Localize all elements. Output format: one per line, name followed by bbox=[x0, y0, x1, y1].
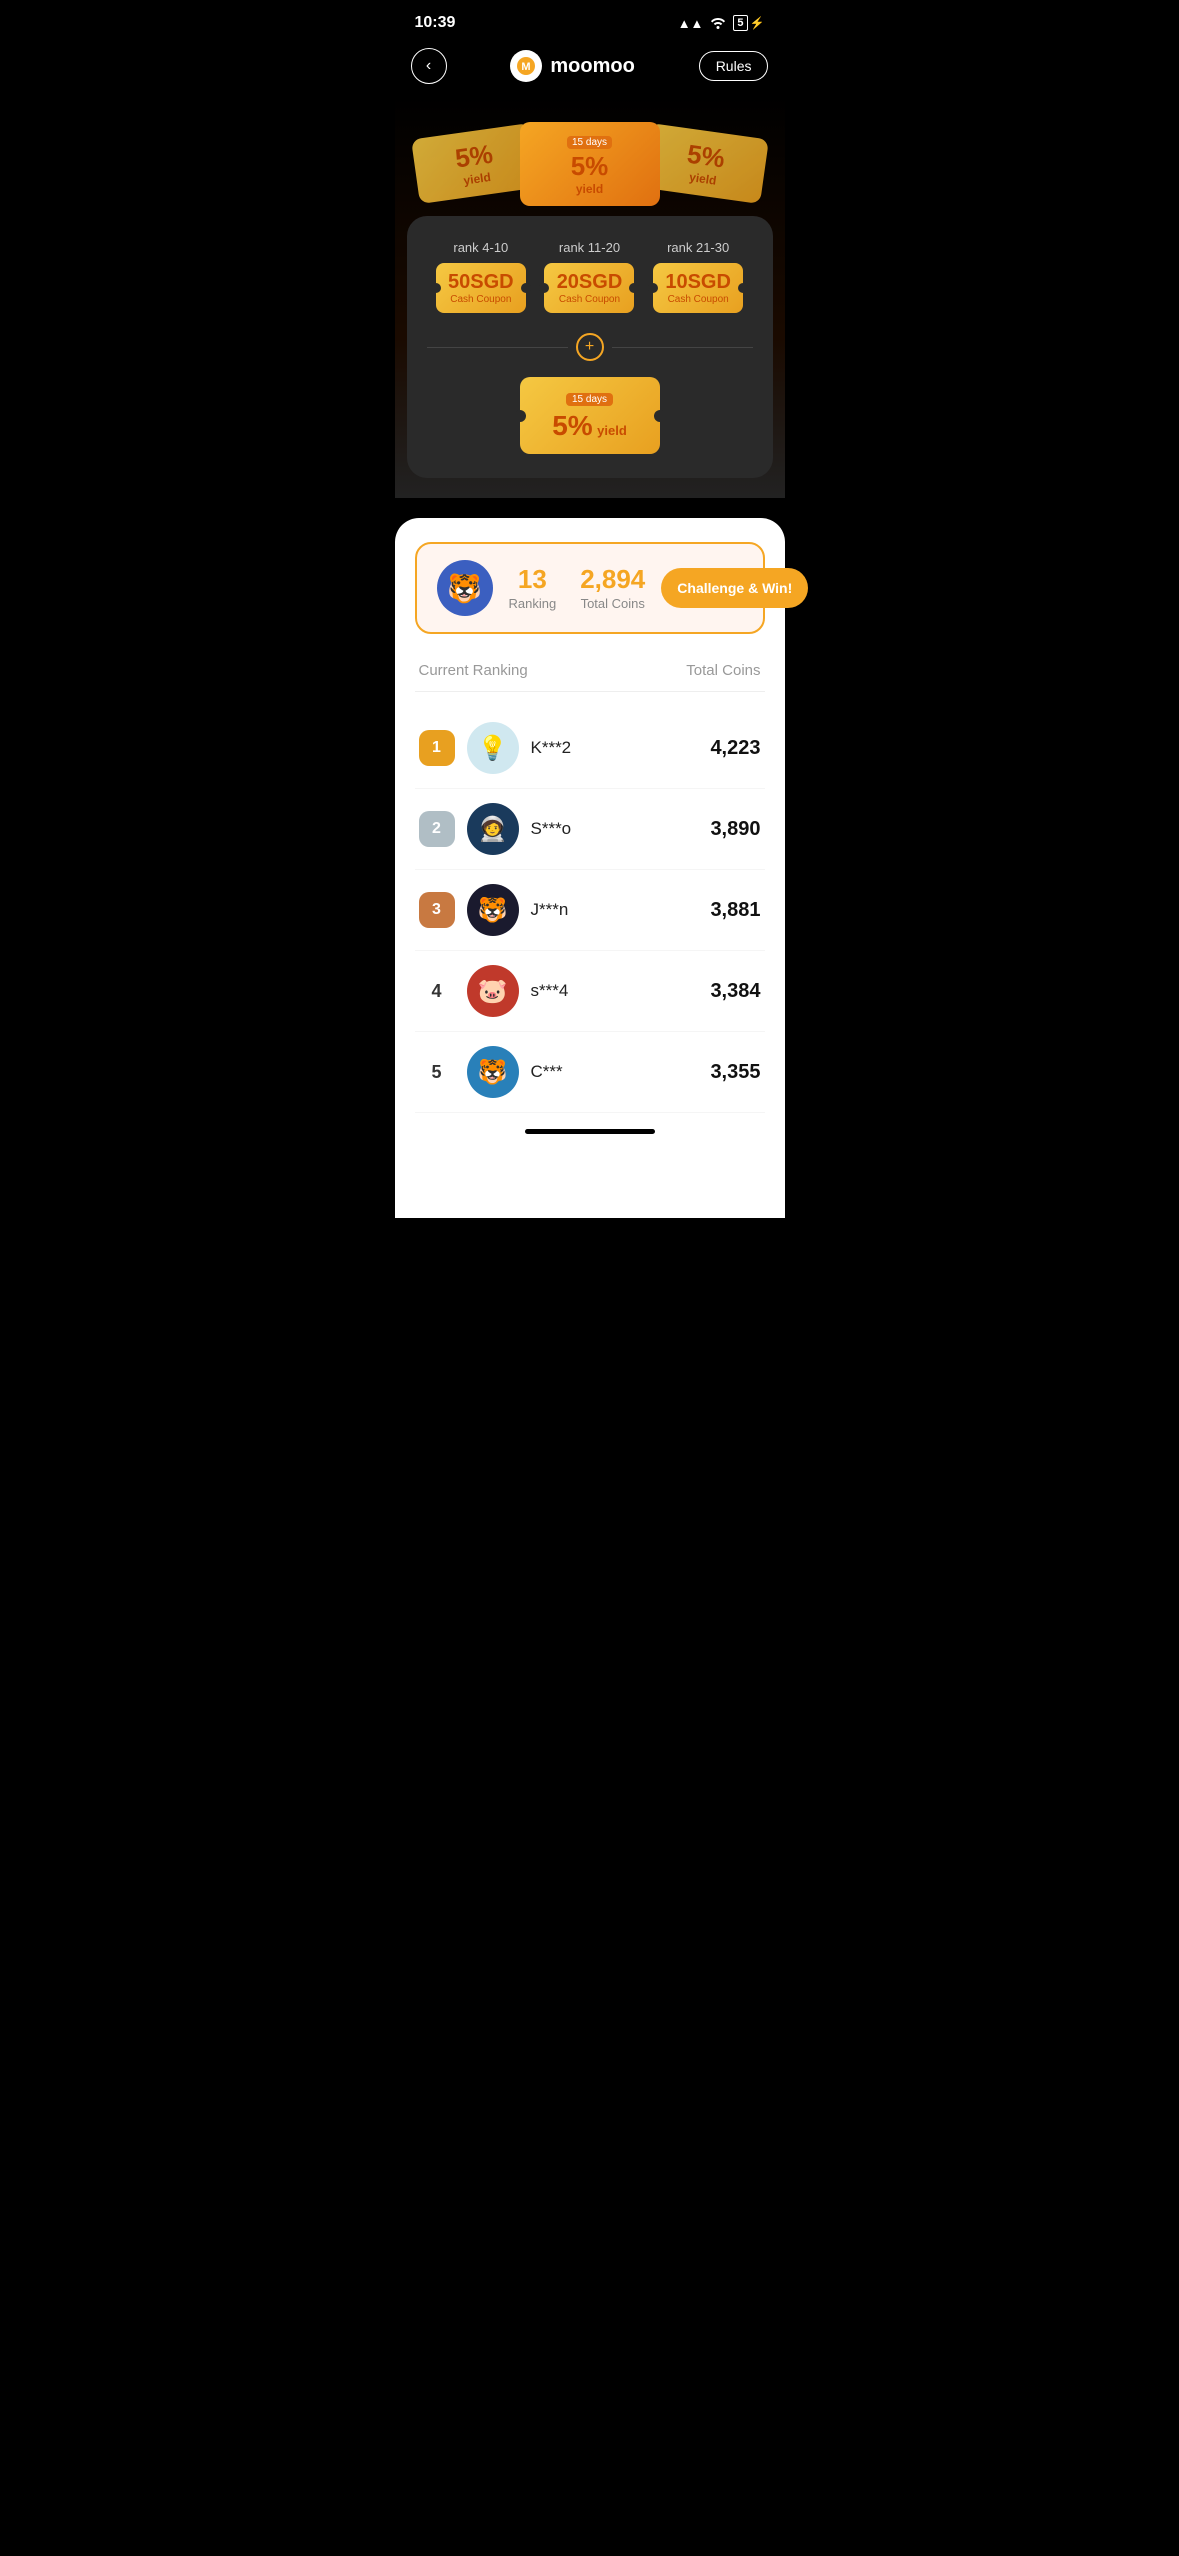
status-icons: ▲▲ 5 ⚡ bbox=[678, 15, 765, 32]
ticket-amount-3: 10SGD bbox=[665, 271, 731, 294]
rank-badge-4: 4 bbox=[419, 973, 455, 1009]
rank-label-1: rank 4-10 bbox=[453, 240, 508, 255]
user-avatar: 🐯 bbox=[437, 560, 493, 616]
ranks-row: rank 4-10 50SGD Cash Coupon rank 11-20 2… bbox=[427, 240, 753, 313]
battery-icon: 5 ⚡ bbox=[733, 15, 764, 31]
rank-avatar-4: 🐷 bbox=[467, 965, 519, 1017]
ticket-amount-2: 20SGD bbox=[556, 271, 622, 294]
home-indicator bbox=[525, 1129, 655, 1134]
rank-coins-4: 3,384 bbox=[710, 980, 760, 1003]
ranking-item-3: 3 🐯 J***n 3,881 bbox=[415, 870, 765, 951]
rank-avatar-1: 💡 bbox=[467, 722, 519, 774]
rank-avatar-5: 🐯 bbox=[467, 1046, 519, 1098]
rank-coins-5: 3,355 bbox=[710, 1061, 760, 1084]
rank-col-2: rank 11-20 20SGD Cash Coupon bbox=[544, 240, 634, 313]
logo-icon: M bbox=[510, 50, 542, 82]
rank-avatar-2: 🧑‍🚀 bbox=[467, 803, 519, 855]
divider-line-right bbox=[612, 347, 753, 348]
plus-icon: + bbox=[576, 333, 604, 361]
rank-badge-3: 3 bbox=[419, 892, 455, 928]
rank-col-1: rank 4-10 50SGD Cash Coupon bbox=[436, 240, 526, 313]
center-coupon-pct: 5% bbox=[536, 151, 644, 182]
app-name: moomoo bbox=[550, 55, 634, 78]
cash-ticket-3: 10SGD Cash Coupon bbox=[653, 263, 743, 313]
user-rank-card: 🐯 13 Ranking 2,894 Total Coins Challenge… bbox=[415, 542, 765, 634]
cash-ticket-2: 20SGD Cash Coupon bbox=[544, 263, 634, 313]
svg-text:M: M bbox=[522, 61, 531, 73]
ranking-header-left: Current Ranking bbox=[419, 662, 528, 679]
challenge-button[interactable]: Challenge & Win! bbox=[661, 568, 808, 608]
top-coupon-center: 15 days 5% yield bbox=[520, 122, 660, 206]
hero-area: 5% yield 15 days 5% yield 5% yield rank … bbox=[395, 96, 785, 498]
rank-coins-3: 3,881 bbox=[710, 899, 760, 922]
bonus-coupon-text: yield bbox=[597, 423, 627, 438]
center-coupon-days: 15 days bbox=[567, 136, 612, 149]
plus-divider: + bbox=[427, 333, 753, 361]
user-coins-stat: 2,894 Total Coins bbox=[580, 566, 645, 611]
ticket-label-1: Cash Coupon bbox=[448, 294, 514, 305]
user-ranking-label: Ranking bbox=[509, 596, 557, 611]
rank-label-2: rank 11-20 bbox=[559, 240, 620, 255]
ranking-item-5: 5 🐯 C*** 3,355 bbox=[415, 1032, 765, 1113]
rank-coins-2: 3,890 bbox=[710, 818, 760, 841]
rank-name-4: s***4 bbox=[531, 981, 699, 1001]
rank-badge-5: 5 bbox=[419, 1054, 455, 1090]
top-coupons-area: 5% yield 15 days 5% yield 5% yield bbox=[395, 96, 785, 216]
center-coupon-text: yield bbox=[536, 182, 644, 196]
ticket-label-3: Cash Coupon bbox=[665, 294, 731, 305]
ranking-header: Current Ranking Total Coins bbox=[415, 662, 765, 692]
rank-col-3: rank 21-30 10SGD Cash Coupon bbox=[653, 240, 743, 313]
rank-label-3: rank 21-30 bbox=[667, 240, 729, 255]
nav-bar: ‹ M moomoo Rules bbox=[395, 40, 785, 96]
rank-name-3: J***n bbox=[531, 900, 699, 920]
rank-name-1: K***2 bbox=[531, 738, 699, 758]
user-ranking-num: 13 bbox=[509, 566, 557, 592]
rules-label: Rules bbox=[716, 58, 752, 74]
divider-line-left bbox=[427, 347, 568, 348]
top-coupon-right: 5% yield bbox=[641, 123, 769, 204]
back-icon: ‹ bbox=[426, 57, 431, 75]
rank-badge-1: 1 bbox=[419, 730, 455, 766]
rank-avatar-3: 🐯 bbox=[467, 884, 519, 936]
rank-name-5: C*** bbox=[531, 1062, 699, 1082]
ranking-item-2: 2 🧑‍🚀 S***o 3,890 bbox=[415, 789, 765, 870]
content-section: 🐯 13 Ranking 2,894 Total Coins Challenge… bbox=[395, 518, 785, 1218]
rank-coins-1: 4,223 bbox=[710, 737, 760, 760]
app-logo: M moomoo bbox=[510, 50, 634, 82]
cash-ticket-1: 50SGD Cash Coupon bbox=[436, 263, 526, 313]
user-stats: 13 Ranking 2,894 Total Coins bbox=[509, 566, 646, 611]
ranking-item-4: 4 🐷 s***4 3,384 bbox=[415, 951, 765, 1032]
status-time: 10:39 bbox=[415, 14, 456, 32]
ticket-label-2: Cash Coupon bbox=[556, 294, 622, 305]
rules-button[interactable]: Rules bbox=[699, 51, 769, 81]
rank-name-2: S***o bbox=[531, 819, 699, 839]
bonus-coupon-pct: 5% bbox=[552, 410, 592, 441]
bonus-coupon-area: 15 days 5% yield bbox=[427, 377, 753, 454]
signal-icon: ▲▲ bbox=[678, 16, 704, 31]
ranking-header-right: Total Coins bbox=[686, 662, 760, 679]
ranks-card: rank 4-10 50SGD Cash Coupon rank 11-20 2… bbox=[407, 216, 773, 478]
ranking-list: 1 💡 K***2 4,223 2 🧑‍🚀 S***o 3,890 3 🐯 J*… bbox=[415, 708, 765, 1113]
ranking-item-1: 1 💡 K***2 4,223 bbox=[415, 708, 765, 789]
status-bar: 10:39 ▲▲ 5 ⚡ bbox=[395, 0, 785, 40]
back-button[interactable]: ‹ bbox=[411, 48, 447, 84]
user-coins-label: Total Coins bbox=[580, 596, 645, 611]
rank-badge-2: 2 bbox=[419, 811, 455, 847]
ticket-amount-1: 50SGD bbox=[448, 271, 514, 294]
wifi-icon bbox=[709, 15, 727, 32]
user-coins-num: 2,894 bbox=[580, 566, 645, 592]
bonus-yield-ticket: 15 days 5% yield bbox=[520, 377, 660, 454]
user-ranking-stat: 13 Ranking bbox=[509, 566, 557, 611]
bonus-coupon-days: 15 days bbox=[566, 393, 613, 406]
